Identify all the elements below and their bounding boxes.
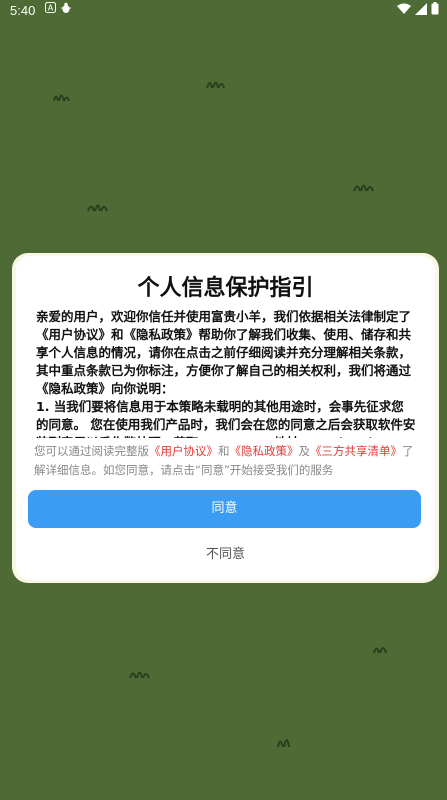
dialog-body-scroll[interactable]: 亲爱的用户，欢迎你信任并使用富贵小羊，我们依据相关法律制定了《用户协议》和《隐私…: [36, 308, 416, 438]
agreement-notice: 您可以通过阅读完整版《用户协议》和《隐私政策》及《三方共享清单》了解详细信息。如…: [34, 442, 419, 480]
notification-a-icon: A: [45, 2, 56, 16]
status-time: 5:40: [10, 3, 36, 18]
grass-decoration-icon: [87, 204, 108, 212]
grass-decoration-icon: [206, 81, 225, 89]
svg-text:A: A: [48, 4, 54, 13]
privacy-paragraph-intro: 亲爱的用户，欢迎你信任并使用富贵小羊，我们依据相关法律制定了《用户协议》和《隐私…: [36, 309, 412, 396]
dialog-title: 个人信息保护指引: [137, 276, 314, 301]
user-agreement-link[interactable]: 《用户协议》: [149, 444, 218, 458]
grass-decoration-icon: [373, 647, 387, 654]
status-bar: 5:40 A: [0, 0, 447, 22]
disagree-button[interactable]: 不同意: [16, 540, 435, 570]
grass-decoration-icon: [53, 94, 70, 102]
battery-icon: [431, 2, 439, 18]
notice-and2: 及: [298, 444, 311, 458]
wifi-icon: [397, 3, 411, 18]
privacy-dialog: 个人信息保护指引 亲爱的用户，欢迎你信任并使用富贵小羊，我们依据相关法律制定了《…: [16, 256, 435, 580]
notice-and: 和: [218, 444, 230, 458]
agree-button[interactable]: 同意: [28, 490, 421, 528]
third-party-list-link[interactable]: 《三方共享清单》: [310, 444, 402, 458]
grass-decoration-icon: [277, 739, 290, 748]
notice-prefix: 您可以通过阅读完整版: [34, 444, 149, 458]
bug-icon: [60, 2, 72, 17]
privacy-policy-link[interactable]: 《隐私政策》: [230, 444, 299, 458]
signal-icon: [415, 2, 427, 18]
grass-decoration-icon: [129, 671, 150, 679]
privacy-paragraph-1: 1. 当我们要将信息用于本策略未载明的其他用途时，会事先征求您的同意。 您在使用…: [36, 399, 416, 438]
grass-decoration-icon: [353, 184, 374, 192]
